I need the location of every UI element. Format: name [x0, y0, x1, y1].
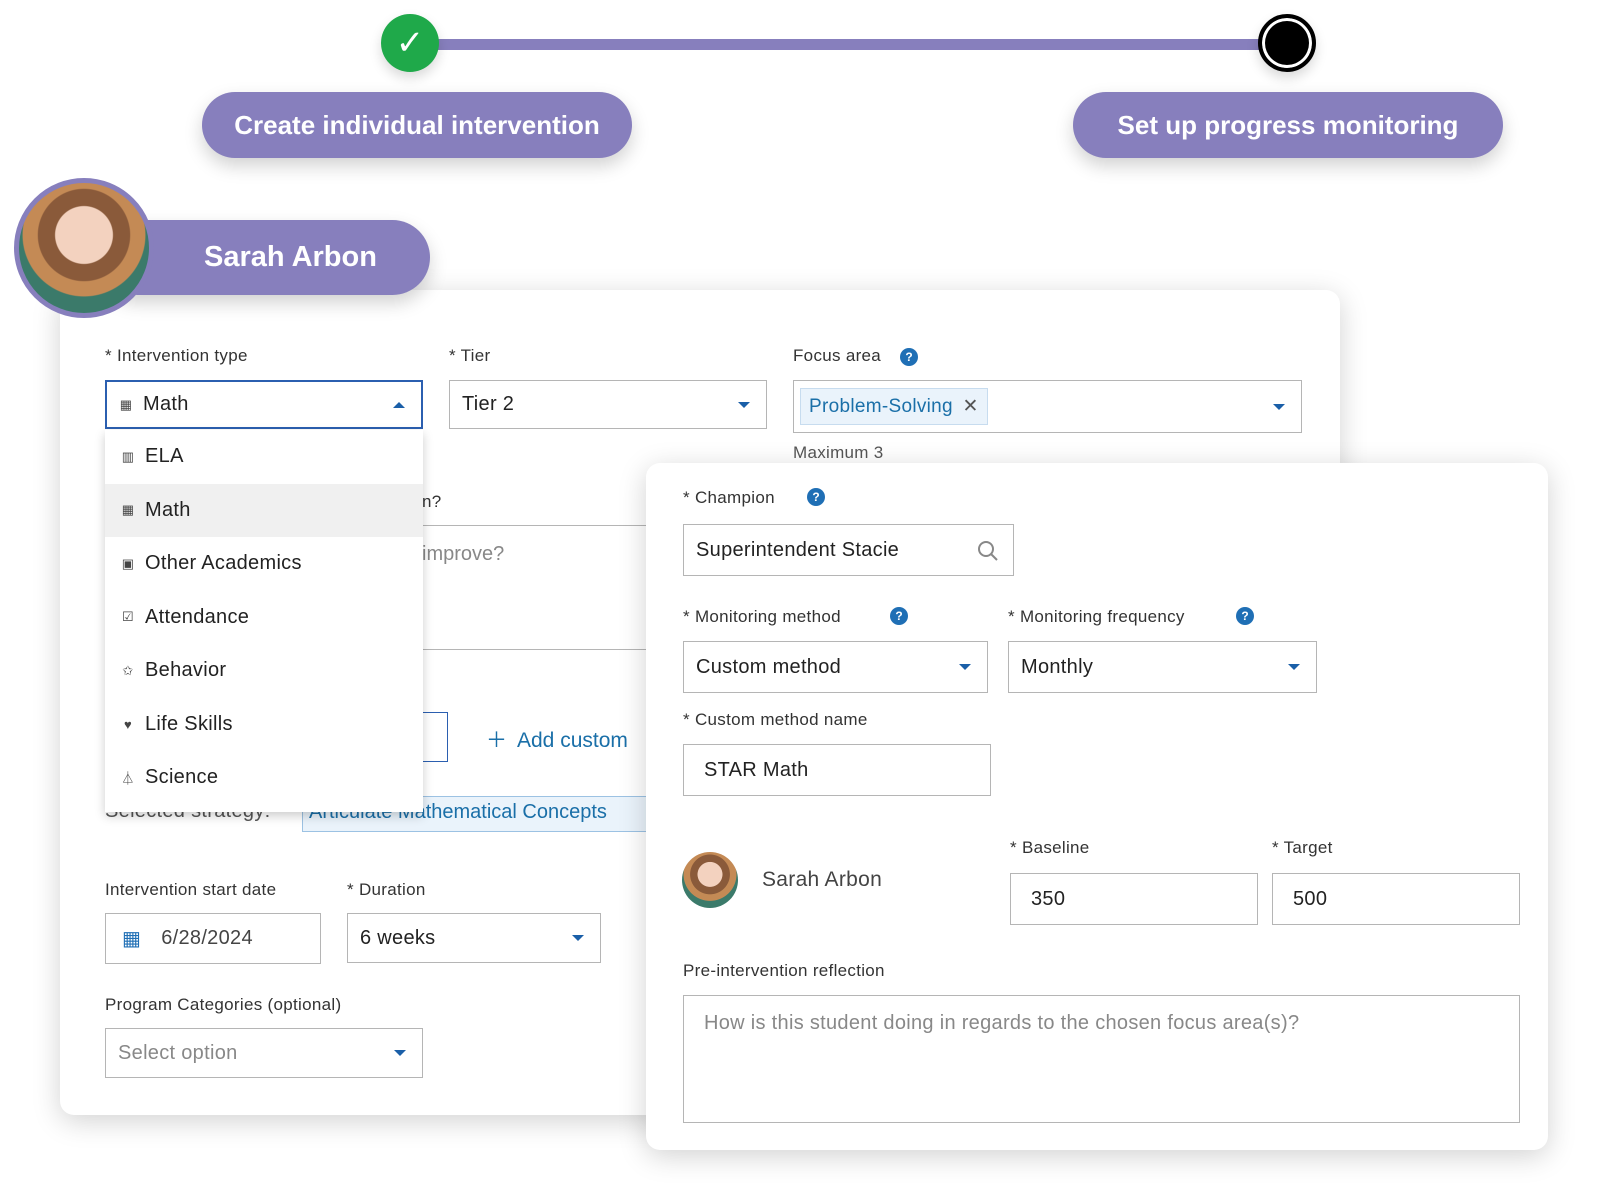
baseline-input[interactable]: 350 [1010, 873, 1258, 925]
focus-area-chip-label: Problem-Solving [809, 396, 953, 417]
champion-label: * Champion [683, 488, 775, 507]
chevron-down-icon [959, 664, 971, 670]
monitoring-frequency-label: * Monitoring frequency [1008, 607, 1185, 626]
chevron-down-icon [572, 935, 584, 941]
target-label: * Target [1272, 838, 1333, 857]
focus-area-select[interactable]: Problem-Solving ✕ [793, 380, 1302, 433]
monitoring-method-label: * Monitoring method [683, 607, 841, 626]
start-date-value: 6/28/2024 [161, 927, 253, 949]
option-label: Behavior [145, 659, 227, 682]
baseline-value: 350 [1031, 887, 1066, 910]
reflection-label: Pre-intervention reflection [683, 961, 885, 980]
partial-question-label: n? [422, 492, 442, 511]
duration-label: * Duration [347, 880, 426, 899]
monitoring-frequency-value: Monthly [1021, 655, 1094, 678]
calculator-icon: ▦ [119, 396, 133, 412]
star-icon: ✩ [122, 662, 134, 678]
heart-icon: ♥ [123, 716, 133, 732]
chevron-up-icon [393, 401, 405, 408]
program-categories-placeholder: Select option [118, 1041, 238, 1064]
plus-icon: ＋ [486, 729, 507, 752]
student-avatar-small [682, 852, 738, 908]
step-create-intervention[interactable]: Create individual intervention [202, 92, 632, 158]
start-date-input[interactable]: ▦ 6/28/2024 [105, 913, 321, 964]
reflection-textarea[interactable]: How is this student doing in regards to … [683, 995, 1520, 1123]
option-science[interactable]: ⏃ Science [105, 751, 423, 805]
help-icon[interactable]: ? [900, 348, 918, 366]
books-icon: ▥ [121, 448, 135, 464]
focus-area-label: Focus area [793, 346, 882, 365]
option-ela[interactable]: ▥ ELA [105, 430, 423, 484]
focus-area-chip: Problem-Solving ✕ [800, 388, 988, 425]
tier-select[interactable]: Tier 2 [449, 380, 767, 429]
option-life-skills[interactable]: ♥ Life Skills [105, 698, 423, 752]
option-attendance[interactable]: ☑ Attendance [105, 591, 423, 645]
intervention-type-select[interactable]: ▦ Math [105, 380, 423, 429]
calendar-icon[interactable]: ▦ [122, 926, 141, 951]
champion-input[interactable]: Superintendent Stacie [683, 524, 1014, 576]
intervention-type-value: Math [143, 393, 189, 415]
focus-area-hint: Maximum 3 [793, 443, 884, 462]
add-custom-button[interactable]: ＋ Add custom [486, 724, 628, 754]
chevron-down-icon [394, 1050, 406, 1056]
search-icon[interactable] [977, 540, 999, 562]
baseline-label: * Baseline [1010, 838, 1090, 857]
progress-monitoring-card: * Champion ? Superintendent Stacie * Mon… [646, 463, 1548, 1150]
option-label: Attendance [145, 605, 250, 628]
program-categories-select[interactable]: Select option [105, 1028, 423, 1078]
champion-value: Superintendent Stacie [696, 538, 900, 561]
student-avatar [14, 178, 154, 318]
target-value: 500 [1293, 887, 1328, 910]
monitoring-method-select[interactable]: Custom method [683, 641, 988, 693]
check-icon: ✓ [395, 24, 425, 62]
step-progress-monitoring[interactable]: Set up progress monitoring [1073, 92, 1503, 158]
start-date-label: Intervention start date [105, 880, 277, 899]
remove-chip-icon[interactable]: ✕ [963, 396, 979, 417]
stepper-track [430, 39, 1270, 50]
duration-value: 6 weeks [360, 926, 436, 949]
help-icon[interactable]: ? [1236, 607, 1254, 625]
target-input[interactable]: 500 [1272, 873, 1520, 925]
option-label: Science [145, 766, 219, 789]
custom-method-name-value: STAR Math [704, 758, 809, 781]
flask-icon: ⏃ [121, 771, 135, 787]
custom-method-name-input[interactable]: STAR Math [683, 744, 991, 796]
chevron-down-icon [738, 401, 750, 408]
step-current-marker [1258, 14, 1316, 72]
goal-placeholder: improve? [422, 543, 505, 565]
chevron-down-icon [1273, 403, 1285, 410]
option-label: Life Skills [145, 712, 233, 735]
program-categories-label: Program Categories (optional) [105, 995, 342, 1014]
option-label: ELA [145, 445, 184, 468]
calculator-icon: ▦ [121, 502, 135, 518]
monitoring-method-value: Custom method [696, 655, 842, 678]
checkbox-icon: ☑ [122, 609, 134, 625]
step-complete-marker: ✓ [381, 14, 439, 72]
grade-icon: ▣ [121, 555, 135, 571]
reflection-placeholder: How is this student doing in regards to … [704, 1012, 1300, 1034]
option-other-academics[interactable]: ▣ Other Academics [105, 537, 423, 591]
option-label: Math [145, 498, 191, 521]
option-behavior[interactable]: ✩ Behavior [105, 644, 423, 698]
intervention-type-label: * Intervention type [105, 346, 248, 365]
tier-label: * Tier [449, 346, 491, 365]
help-icon[interactable]: ? [890, 607, 908, 625]
add-custom-label: Add custom [517, 729, 628, 752]
tier-value: Tier 2 [462, 393, 515, 415]
duration-select[interactable]: 6 weeks [347, 913, 601, 963]
help-icon[interactable]: ? [807, 488, 825, 506]
option-label: Other Academics [145, 552, 302, 575]
monitoring-frequency-select[interactable]: Monthly [1008, 641, 1317, 693]
option-math[interactable]: ▦ Math [105, 483, 423, 537]
custom-method-name-label: * Custom method name [683, 710, 868, 729]
student-name: Sarah Arbon [762, 868, 883, 891]
chevron-down-icon [1288, 664, 1300, 670]
intervention-type-dropdown: ▥ ELA ▦ Math ▣ Other Academics ☑ Attendance … [105, 430, 423, 812]
